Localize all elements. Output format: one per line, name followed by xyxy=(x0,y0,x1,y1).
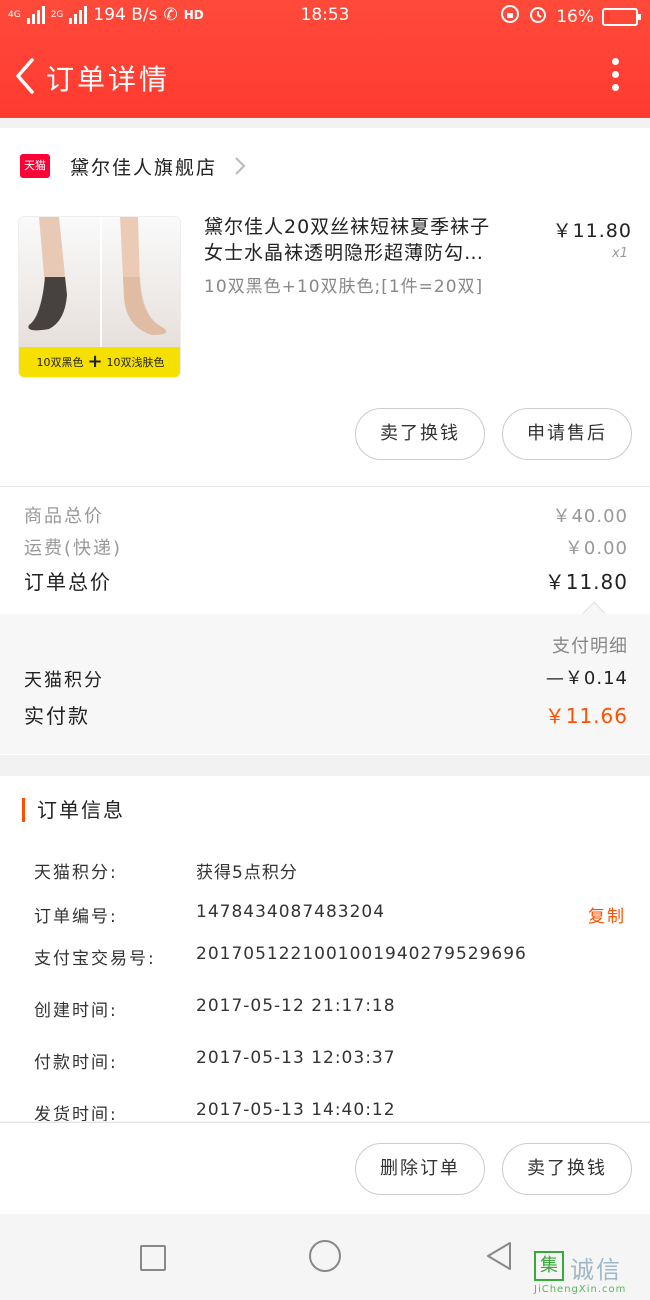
info-value-paid: 2017-05-13 12:03:37 xyxy=(196,1048,396,1068)
home-icon[interactable] xyxy=(309,1240,341,1272)
order-info-title: 订单信息 xyxy=(22,798,125,822)
chevron-right-icon xyxy=(235,157,246,175)
info-label-shipped: 发货时间: xyxy=(34,1105,118,1121)
sell-for-cash-button[interactable]: 卖了换钱 xyxy=(355,408,485,460)
divider xyxy=(0,486,650,487)
banner-plus: + xyxy=(87,351,103,372)
order-total-label: 订单总价 xyxy=(24,570,112,594)
product-title-line2: 女士水晶袜透明隐形超薄防勾… xyxy=(204,242,485,264)
info-label-order-no: 订单编号: xyxy=(34,907,118,927)
watermark-box-glyph: 集 xyxy=(534,1251,564,1281)
product-photo-black xyxy=(19,217,100,347)
product-title[interactable]: 黛尔佳人20双丝袜短袜夏季袜子 女士水晶袜透明隐形超薄防勾… xyxy=(204,214,534,266)
info-value-shipped: 2017-05-13 14:40:12 xyxy=(196,1100,396,1120)
product-image[interactable]: 10双黑色 + 10双浅肤色 xyxy=(18,216,181,378)
product-price: ￥11.80 xyxy=(552,220,632,242)
shop-link[interactable]: 天猫 黛尔佳人旗舰店 xyxy=(20,150,247,182)
bottom-action-bar: 删除订单 卖了换钱 xyxy=(0,1122,650,1214)
tmall-points-value: —￥0.14 xyxy=(545,668,628,689)
back-arrow-icon[interactable] xyxy=(10,56,40,96)
lock-rotation-icon xyxy=(500,4,520,29)
copy-order-no-button[interactable]: 复制 xyxy=(588,902,626,927)
battery-percent: 16% xyxy=(556,6,594,27)
alarm-icon xyxy=(528,4,548,29)
info-label-points: 天猫积分: xyxy=(34,863,118,883)
product-quantity: x1 xyxy=(612,246,628,261)
info-value-order-no: 1478434087483204 xyxy=(196,902,386,922)
watermark-text: 诚信 xyxy=(570,1256,622,1284)
back-triangle-icon[interactable] xyxy=(484,1240,514,1272)
shop-name: 黛尔佳人旗舰店 xyxy=(70,156,218,179)
payment-detail-box: 支付明细 天猫积分 —￥0.14 实付款 ￥11.66 xyxy=(0,601,650,754)
product-image-banner: 10双黑色 + 10双浅肤色 xyxy=(19,347,180,377)
banner-right-label: 10双浅肤色 xyxy=(106,356,165,369)
product-sku: 10双黑色+10双肤色;[1件=20双] xyxy=(204,277,484,297)
delete-order-button[interactable]: 删除订单 xyxy=(355,1143,485,1195)
info-label-alipay-no: 支付宝交易号: xyxy=(34,949,156,969)
shipping-label: 运费(快递) xyxy=(24,538,123,559)
order-total-value: ￥11.80 xyxy=(544,570,628,594)
page-title: 订单详情 xyxy=(46,63,171,96)
recent-apps-icon[interactable] xyxy=(140,1245,166,1271)
tmall-points-label: 天猫积分 xyxy=(24,670,104,691)
tmall-logo-icon: 天猫 xyxy=(20,154,50,178)
sell-for-cash-bottom-button[interactable]: 卖了换钱 xyxy=(502,1143,632,1195)
watermark-logo: 集 诚信 JiChengXin.com xyxy=(532,1248,644,1298)
app-header: 4G 2G 194 B/s ✆ HD 18:53 16% 订单详情 xyxy=(0,0,650,118)
more-menu-icon[interactable] xyxy=(610,58,620,94)
product-photo-nude xyxy=(99,217,180,347)
nav-bar: 订单详情 xyxy=(0,44,650,108)
product-title-line1: 黛尔佳人20双丝袜短袜夏季袜子 xyxy=(204,216,491,238)
payment-detail-link[interactable]: 支付明细 xyxy=(552,632,628,658)
apply-after-sale-button[interactable]: 申请售后 xyxy=(502,408,632,460)
goods-total-value: ￥40.00 xyxy=(552,506,628,527)
shipping-value: ￥0.00 xyxy=(564,538,628,559)
info-label-created: 创建时间: xyxy=(34,1001,118,1021)
paid-amount-label: 实付款 xyxy=(24,704,90,728)
paid-amount-value: ￥11.66 xyxy=(544,704,628,728)
watermark-url: JiChengXin.com xyxy=(534,1284,627,1295)
goods-total-label: 商品总价 xyxy=(24,506,104,527)
order-info-section: 订单信息 天猫积分: 获得5点积分 订单编号: 1478434087483204… xyxy=(0,776,650,1121)
info-value-points: 获得5点积分 xyxy=(196,863,298,883)
info-value-created: 2017-05-12 21:17:18 xyxy=(196,996,396,1016)
info-label-paid: 付款时间: xyxy=(34,1053,118,1073)
battery-icon xyxy=(602,7,641,26)
banner-left-label: 10双黑色 xyxy=(36,356,84,369)
status-bar: 4G 2G 194 B/s ✆ HD 18:53 16% xyxy=(0,0,650,32)
info-value-alipay-no: 2017051221001001940279529696 xyxy=(196,944,527,964)
